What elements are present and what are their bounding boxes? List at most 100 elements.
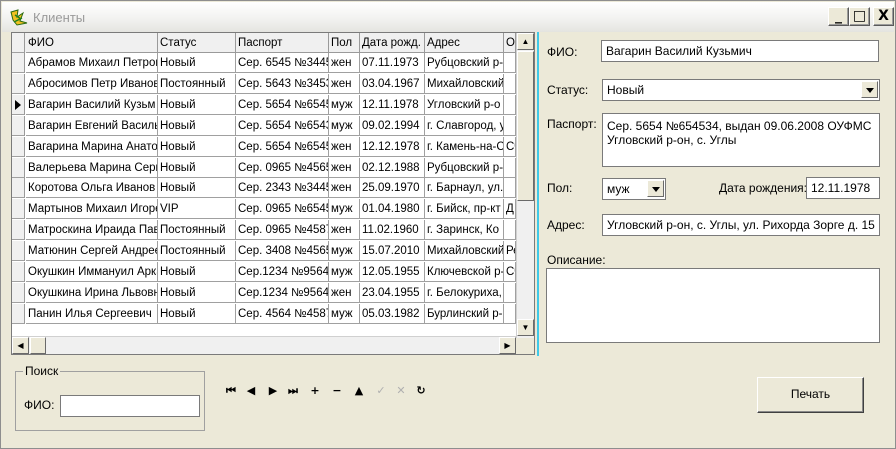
- table-cell[interactable]: жен: [329, 220, 360, 241]
- table-cell[interactable]: Новый: [158, 282, 236, 303]
- table-cell[interactable]: Валерьева Марина Серг: [26, 157, 158, 178]
- sex-select[interactable]: муж: [602, 178, 666, 200]
- table-cell[interactable]: жен: [329, 136, 360, 157]
- row-indicator[interactable]: [12, 199, 25, 220]
- table-cell[interactable]: 07.11.1973: [360, 53, 425, 73]
- table-row[interactable]: Валерьева Марина Серг Новый Сер. 0965 №456…: [12, 157, 516, 178]
- last-record-icon[interactable]: ⏭: [283, 381, 303, 401]
- table-cell[interactable]: Абросимов Петр Иванов: [26, 73, 158, 94]
- table-cell[interactable]: Новый: [158, 115, 236, 136]
- table-cell[interactable]: 11.02.1960: [360, 220, 425, 241]
- chevron-down-icon[interactable]: [861, 81, 878, 98]
- post-record-icon[interactable]: ✓: [371, 381, 391, 401]
- prior-record-icon[interactable]: ◀: [241, 381, 261, 401]
- table-cell[interactable]: Постоянный: [158, 73, 236, 94]
- scroll-down-button[interactable]: ▼: [517, 319, 534, 336]
- column-header[interactable]: Пол: [329, 33, 360, 53]
- table-cell[interactable]: Сер. 0965 №4587: [236, 220, 329, 241]
- maximize-button[interactable]: □: [849, 7, 870, 26]
- table-row[interactable]: Вагарин Евгений Василь Новый Сер. 5654 №65…: [12, 115, 516, 136]
- description-memo[interactable]: [546, 268, 880, 343]
- table-cell[interactable]: [504, 115, 516, 136]
- row-indicator[interactable]: [12, 282, 25, 303]
- table-row[interactable]: Матроскина Ираида Пав Постоянный Сер. 0965…: [12, 220, 516, 241]
- scroll-thumb[interactable]: [517, 51, 534, 201]
- table-cell[interactable]: Матроскина Ираида Пав: [26, 220, 158, 241]
- table-cell[interactable]: [504, 282, 516, 303]
- table-cell[interactable]: Постоянный: [158, 241, 236, 262]
- table-cell[interactable]: жен: [329, 53, 360, 73]
- table-cell[interactable]: Д: [504, 199, 516, 220]
- row-indicator[interactable]: [12, 53, 25, 73]
- title-bar[interactable]: Клиенты _ □ X: [2, 2, 894, 32]
- birth-date-field[interactable]: 12.11.1978: [806, 177, 880, 199]
- table-cell[interactable]: Коротова Ольга Иванов: [26, 178, 158, 199]
- vertical-scrollbar[interactable]: ▲ ▼: [516, 33, 534, 338]
- table-cell[interactable]: Вагарина Марина Анато: [26, 136, 158, 157]
- table-cell[interactable]: Рубцовский р-: [425, 53, 504, 73]
- row-indicator[interactable]: [12, 178, 25, 199]
- horizontal-scrollbar[interactable]: ◀ ▶: [12, 336, 516, 354]
- print-button[interactable]: Печать: [757, 377, 864, 413]
- table-cell[interactable]: Сер. 0965 №6545: [236, 199, 329, 220]
- table-cell[interactable]: Новый: [158, 53, 236, 73]
- table-cell[interactable]: 12.05.1955: [360, 262, 425, 282]
- table-cell[interactable]: Новый: [158, 178, 236, 199]
- table-cell[interactable]: Окушкин Иммануил Арка: [26, 262, 158, 282]
- table-cell[interactable]: жен: [329, 73, 360, 94]
- table-cell[interactable]: Панин Илья Сергеевич: [26, 303, 158, 324]
- table-cell[interactable]: 12.11.1978: [360, 94, 425, 115]
- table-cell[interactable]: Сер. 4564 №4587: [236, 303, 329, 324]
- table-cell[interactable]: Сер. 6545 №3445: [236, 53, 329, 73]
- table-cell[interactable]: 03.04.1967: [360, 73, 425, 94]
- table-cell[interactable]: жен: [329, 157, 360, 178]
- table-cell[interactable]: Рубцовский р-: [425, 157, 504, 178]
- panel-splitter[interactable]: [537, 32, 539, 356]
- row-indicator[interactable]: [12, 73, 25, 94]
- edit-record-icon[interactable]: ▲: [349, 381, 369, 401]
- row-indicator[interactable]: [12, 220, 25, 241]
- table-cell[interactable]: Сч: [504, 136, 516, 157]
- table-cell[interactable]: Матюнин Сергей Андрее: [26, 241, 158, 262]
- table-cell[interactable]: Бурлинский р-: [425, 303, 504, 324]
- table-cell[interactable]: Новый: [158, 157, 236, 178]
- table-cell[interactable]: муж: [329, 94, 360, 115]
- table-cell[interactable]: [504, 53, 516, 73]
- table-cell[interactable]: Окушкина Ирина Львовн: [26, 282, 158, 303]
- table-cell[interactable]: Ключевской р-: [425, 262, 504, 282]
- column-header[interactable]: О: [504, 33, 516, 53]
- table-cell[interactable]: Новый: [158, 303, 236, 324]
- table-cell[interactable]: Сер. 5643 №3453: [236, 73, 329, 94]
- scroll-up-button[interactable]: ▲: [517, 33, 534, 50]
- table-row[interactable]: Окушкин Иммануил Арка Новый Сер.1234 №9564…: [12, 262, 516, 282]
- table-cell[interactable]: 12.12.1978: [360, 136, 425, 157]
- table-cell[interactable]: Абрамов Михаил Петров: [26, 53, 158, 73]
- table-cell[interactable]: Сер. 5654 №6545: [236, 136, 329, 157]
- table-row[interactable]: Мартынов Михаил Игоре VIP Сер. 0965 №6545 м…: [12, 199, 516, 220]
- table-cell[interactable]: 02.12.1988: [360, 157, 425, 178]
- table-cell[interactable]: муж: [329, 241, 360, 262]
- table-cell[interactable]: Новый: [158, 262, 236, 282]
- table-cell[interactable]: Новый: [158, 94, 236, 115]
- table-cell[interactable]: Постоянный: [158, 220, 236, 241]
- table-cell[interactable]: 05.03.1982: [360, 303, 425, 324]
- table-cell[interactable]: Угловский р-о: [425, 94, 504, 115]
- table-cell[interactable]: VIP: [158, 199, 236, 220]
- scroll-right-button[interactable]: ▶: [499, 337, 516, 354]
- table-cell[interactable]: Мартынов Михаил Игоре: [26, 199, 158, 220]
- refresh-icon[interactable]: ↻: [411, 381, 431, 401]
- table-row[interactable]: Коротова Ольга Иванов Новый Сер. 2343 №344…: [12, 178, 516, 199]
- table-cell[interactable]: [504, 157, 516, 178]
- table-cell[interactable]: 09.02.1994: [360, 115, 425, 136]
- table-cell[interactable]: [504, 220, 516, 241]
- table-row[interactable]: Абрамов Михаил Петров Новый Сер. 6545 №344…: [12, 53, 516, 73]
- table-cell[interactable]: муж: [329, 199, 360, 220]
- table-cell[interactable]: муж: [329, 303, 360, 324]
- table-cell[interactable]: [504, 94, 516, 115]
- row-indicator[interactable]: [12, 115, 25, 136]
- scroll-left-button[interactable]: ◀: [12, 337, 29, 354]
- table-row[interactable]: Абросимов Петр Иванов Постоянный Сер. 5643…: [12, 73, 516, 94]
- table-cell[interactable]: г. Заринск, Ко: [425, 220, 504, 241]
- table-cell[interactable]: 23.04.1955: [360, 282, 425, 303]
- table-cell[interactable]: Вагарин Евгений Василь: [26, 115, 158, 136]
